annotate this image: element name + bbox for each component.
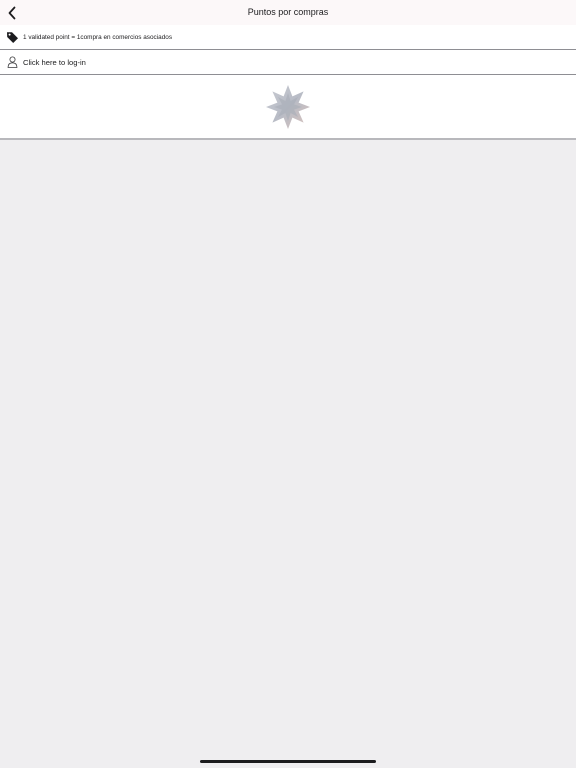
star-burst-logo (266, 84, 310, 129)
page-title: Puntos por compras (247, 7, 329, 17)
points-info-text: 1 validated point = 1compra en comercios… (23, 33, 173, 41)
points-info-row: 1 validated point = 1compra en comercios… (0, 25, 576, 50)
user-icon (5, 55, 19, 69)
login-text: Click here to log-in (23, 57, 86, 67)
tag-icon (5, 30, 19, 44)
screen: Puntos por compras 1 validated point = 1… (0, 0, 576, 768)
login-row[interactable]: Click here to log-in (0, 50, 576, 75)
brand-banner (0, 75, 576, 140)
home-indicator[interactable] (200, 760, 376, 763)
navigation-bar: Puntos por compras (0, 0, 576, 26)
